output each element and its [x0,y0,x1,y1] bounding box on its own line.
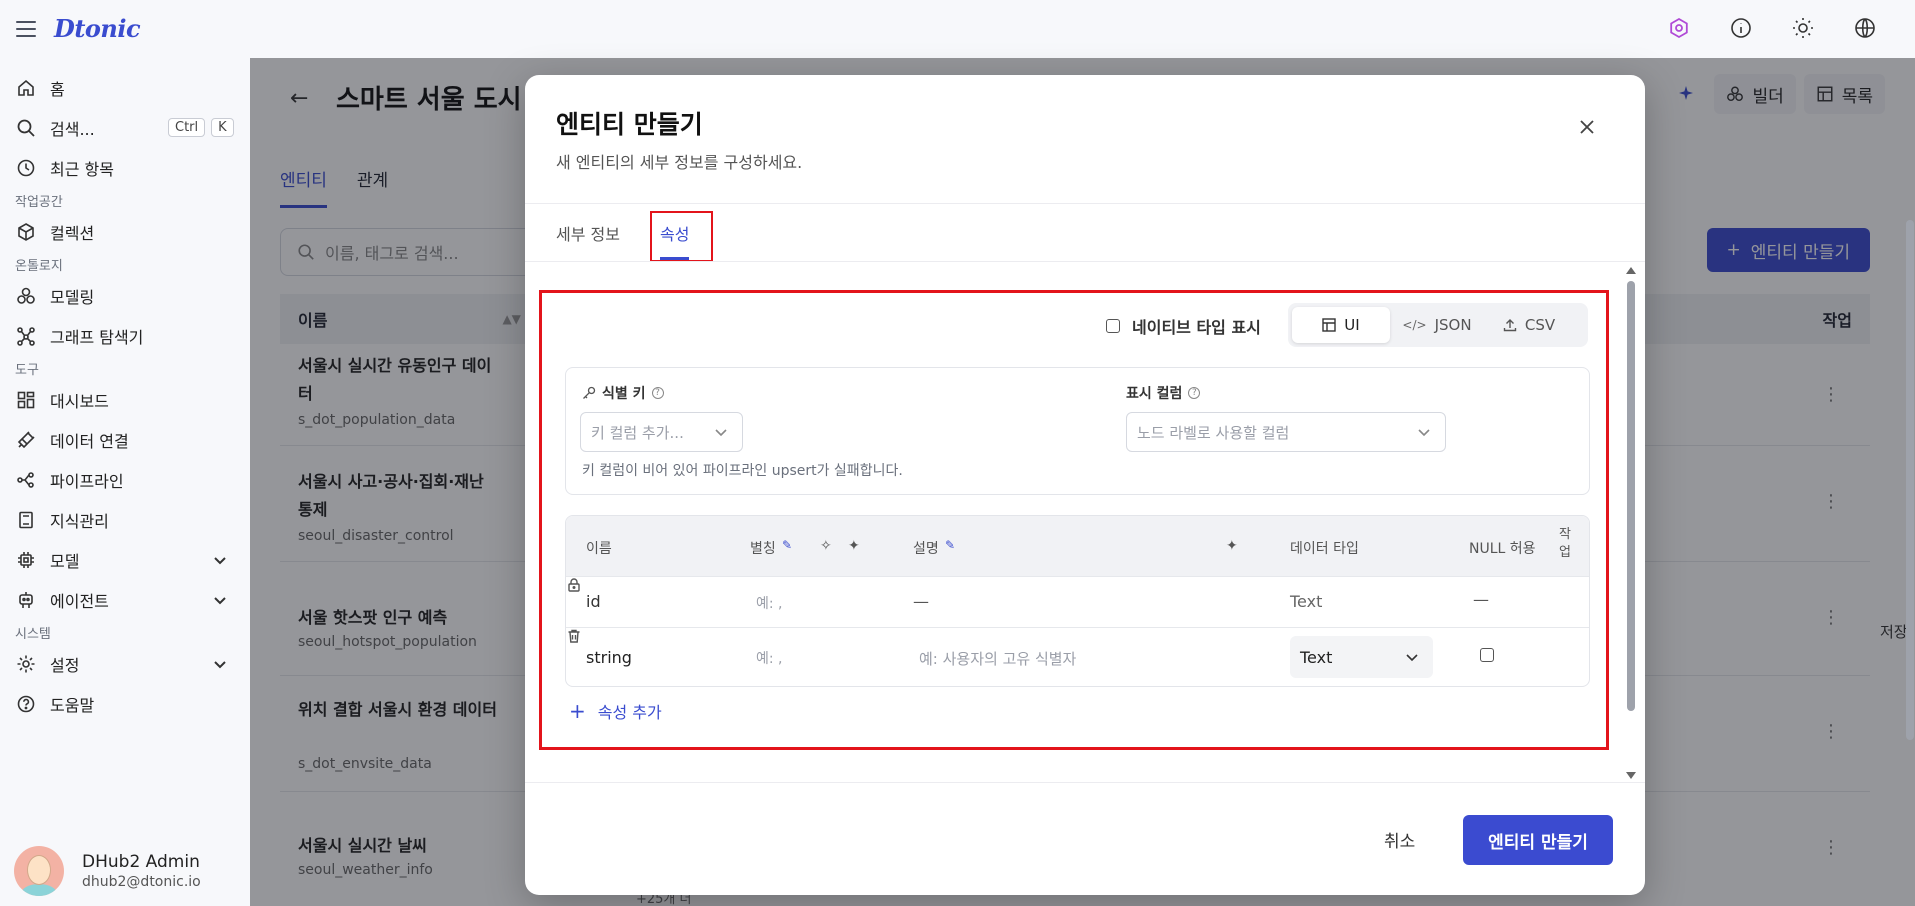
section-title: 작업공간 [15,195,63,210]
chevron-down-icon[interactable] [212,552,228,568]
clock-icon [16,158,36,178]
shortcut-key: Ctrl [168,118,206,137]
shortcut-hint: Ctrl K [162,118,234,137]
sidebar-item-collection[interactable]: 컬렉션 [0,212,250,252]
chevron-down-icon[interactable] [212,592,228,608]
sidebar-item-label: 홈 [50,80,65,99]
chip-icon [16,550,36,570]
app-logo[interactable]: Dtonic [54,14,141,43]
robot-icon [16,590,36,610]
sidebar-item-dashboard[interactable]: 대시보드 [0,380,250,420]
sidebar-item-label: 에이전트 [50,592,109,611]
tab-details[interactable]: 세부 정보 [556,221,620,260]
topbar-icons [1667,16,1915,40]
sidebar-item-agent[interactable]: 에이전트 [0,580,250,620]
dialog-title: 엔티티 만들기 [556,110,703,139]
dialog-subtitle: 새 엔티티의 세부 정보를 구성하세요. [556,153,803,172]
book-icon [16,510,36,530]
sidebar-item-pipeline[interactable]: 파이프라인 [0,460,250,500]
pipeline-icon [16,470,36,490]
content-highlight-box [539,290,1609,750]
section-title: 도구 [15,363,39,378]
sidebar-item-label: 그래프 탐색기 [50,328,144,347]
globe-icon[interactable] [1853,16,1877,40]
avatar [14,846,64,896]
sidebar-item-label: 모델 [50,552,80,571]
sidebar-item-label: 지식관리 [50,512,109,531]
sidebar-item-label: 도움말 [50,696,95,715]
sidebar: Dtonic 홈 검색... Ctrl K 최근 항목 작업공간 컬렉션 온톨로… [0,0,250,906]
search-icon [16,118,36,138]
sidebar-item-label: 검색... [50,120,95,139]
user-profile[interactable]: DHub2 Admin dhub2@dtonic.io [14,846,201,896]
create-entity-dialog: 엔티티 만들기 새 엔티티의 세부 정보를 구성하세요. 세부 정보 속성 네이… [525,75,1645,895]
sidebar-item-search[interactable]: 검색... Ctrl K [0,108,250,148]
user-email: dhub2@dtonic.io [82,874,201,890]
dashboard-icon [16,390,36,410]
sidebar-item-label: 설정 [50,656,80,675]
tab-highlight-box [650,211,713,262]
cube-icon [16,222,36,242]
sidebar-item-label: 모델링 [50,288,95,307]
section-title: 온톨로지 [15,259,63,274]
gear-icon [16,654,36,674]
close-icon[interactable] [1579,119,1595,135]
sidebar-item-settings[interactable]: 설정 [0,644,250,684]
info-icon[interactable] [1729,16,1753,40]
sidebar-item-model[interactable]: 모델 [0,540,250,580]
sidebar-item-recent[interactable]: 최근 항목 [0,148,250,188]
help-icon [16,694,36,714]
graph-icon [16,326,36,346]
sidebar-item-label: 컬렉션 [50,224,95,243]
menu-icon[interactable] [16,20,36,37]
chevron-down-icon[interactable] [212,656,228,672]
sidebar-nav: 홈 검색... Ctrl K 최근 항목 작업공간 컬렉션 온톨로지 모델링 그… [0,68,250,724]
sidebar-item-label: 데이터 연결 [50,432,129,451]
sidebar-item-modeling[interactable]: 모델링 [0,276,250,316]
sidebar-item-help[interactable]: 도움말 [0,684,250,724]
dialog-scrollbar[interactable] [1626,267,1636,779]
sun-icon[interactable] [1791,16,1815,40]
sidebar-item-label: 대시보드 [50,392,109,411]
submit-create-entity-button[interactable]: 엔티티 만들기 [1463,815,1613,865]
modeling-icon [16,286,36,306]
user-name: DHub2 Admin [82,852,200,872]
cancel-button[interactable]: 취소 [1384,827,1415,852]
sidebar-item-graph-explorer[interactable]: 그래프 탐색기 [0,316,250,356]
ai-icon[interactable] [1667,16,1691,40]
page-scrollbar[interactable] [1905,210,1915,906]
shortcut-key: K [211,118,234,137]
sidebar-item-label: 파이프라인 [50,472,124,491]
sidebar-item-data-connection[interactable]: 데이터 연결 [0,420,250,460]
plug-icon [16,430,36,450]
sidebar-item-knowledge[interactable]: 지식관리 [0,500,250,540]
sidebar-item-home[interactable]: 홈 [0,68,250,108]
sidebar-item-label: 최근 항목 [50,160,114,179]
home-icon [16,78,36,98]
section-title: 시스템 [15,627,51,642]
